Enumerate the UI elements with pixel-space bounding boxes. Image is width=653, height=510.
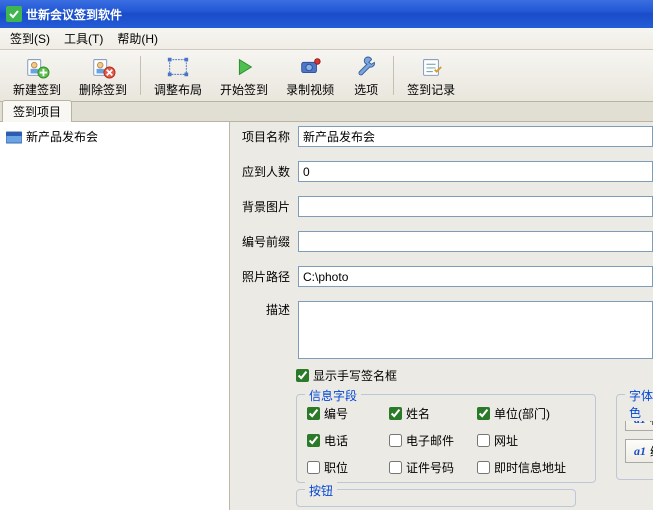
input-desc[interactable] bbox=[298, 301, 653, 359]
toolbar-new-checkin[interactable]: 新建签到 bbox=[4, 50, 70, 101]
input-photo[interactable] bbox=[298, 266, 653, 287]
camera-icon bbox=[296, 55, 324, 79]
tree-item-project[interactable]: 新产品发布会 bbox=[2, 126, 227, 147]
toolbar-layout-label: 调整布局 bbox=[154, 81, 202, 98]
menubar: 签到(S) 工具(T) 帮助(H) bbox=[0, 28, 653, 50]
label-project-name: 项目名称 bbox=[238, 128, 290, 145]
input-expected[interactable] bbox=[298, 161, 653, 182]
label-prefix: 编号前缀 bbox=[238, 233, 290, 250]
project-form: 项目名称 应到人数 背景图片 编号前缀 照片路径 描述 显示手写签名框 bbox=[230, 122, 653, 510]
label-desc: 描述 bbox=[238, 301, 290, 318]
menu-help[interactable]: 帮助(H) bbox=[117, 30, 158, 47]
label-background: 背景图片 bbox=[238, 198, 290, 215]
tree-item-label: 新产品发布会 bbox=[26, 128, 98, 145]
legend-buttons: 按钮 bbox=[305, 482, 337, 499]
toolbar-record-label: 录制视频 bbox=[286, 81, 334, 98]
toolbar-start-checkin[interactable]: 开始签到 bbox=[211, 50, 277, 101]
project-tree: 新产品发布会 bbox=[0, 122, 230, 510]
project-item-icon bbox=[6, 130, 22, 144]
button-edit-style[interactable]: a1 编辑框 bbox=[625, 439, 653, 463]
fieldset-info-fields: 信息字段 编号 姓名 单位(部门) 电话 电子邮件 网址 职位 证件号码 即时信… bbox=[296, 394, 596, 483]
chk-dept[interactable]: 单位(部门) bbox=[477, 405, 587, 422]
toolbar-history-label: 签到记录 bbox=[407, 81, 455, 98]
toolbar-separator bbox=[140, 56, 141, 95]
checkbox-show-signature-input[interactable] bbox=[296, 369, 309, 382]
wrench-icon bbox=[352, 55, 380, 79]
content-area: 新产品发布会 项目名称 应到人数 背景图片 编号前缀 照片路径 描述 bbox=[0, 122, 653, 510]
toolbar-new-label: 新建签到 bbox=[13, 81, 61, 98]
tab-strip: 签到项目 bbox=[0, 102, 653, 122]
input-prefix[interactable] bbox=[298, 231, 653, 252]
toolbar-delete-label: 删除签到 bbox=[79, 81, 127, 98]
chk-url[interactable]: 网址 bbox=[477, 432, 587, 449]
label-expected: 应到人数 bbox=[238, 163, 290, 180]
chk-email[interactable]: 电子邮件 bbox=[389, 432, 475, 449]
history-icon bbox=[417, 55, 445, 79]
font-icon: a1 bbox=[634, 444, 646, 459]
legend-info-fields: 信息字段 bbox=[305, 387, 361, 404]
toolbar-start-label: 开始签到 bbox=[220, 81, 268, 98]
toolbar-checkin-history[interactable]: 签到记录 bbox=[398, 50, 464, 101]
input-project-name[interactable] bbox=[298, 126, 653, 147]
layout-icon bbox=[164, 55, 192, 79]
delete-checkin-icon bbox=[89, 55, 117, 79]
toolbar-options-label: 选项 bbox=[354, 81, 378, 98]
chk-id[interactable]: 编号 bbox=[307, 405, 387, 422]
label-photo: 照片路径 bbox=[238, 268, 290, 285]
new-checkin-icon bbox=[23, 55, 51, 79]
chk-title[interactable]: 职位 bbox=[307, 459, 387, 476]
window-titlebar: 世新会议签到软件 bbox=[0, 0, 653, 28]
checkbox-show-signature[interactable]: 显示手写签名框 bbox=[296, 367, 653, 384]
toolbar-adjust-layout[interactable]: 调整布局 bbox=[145, 50, 211, 101]
chk-im[interactable]: 即时信息地址 bbox=[477, 459, 587, 476]
fieldset-font-color: 字体以及颜色 a1 标签 a1 编辑框 bbox=[616, 394, 653, 480]
play-icon bbox=[230, 55, 258, 79]
menu-checkin[interactable]: 签到(S) bbox=[10, 30, 50, 47]
checkbox-show-signature-label: 显示手写签名框 bbox=[313, 367, 397, 384]
toolbar: 新建签到 删除签到 调整布局 开始签到 bbox=[0, 50, 653, 102]
chk-phone[interactable]: 电话 bbox=[307, 432, 387, 449]
toolbar-delete-checkin[interactable]: 删除签到 bbox=[70, 50, 136, 101]
legend-font-color: 字体以及颜色 bbox=[625, 387, 653, 421]
toolbar-separator-2 bbox=[393, 56, 394, 95]
chk-name[interactable]: 姓名 bbox=[389, 405, 475, 422]
fieldset-buttons: 按钮 bbox=[296, 489, 576, 507]
input-background[interactable] bbox=[298, 196, 653, 217]
toolbar-options[interactable]: 选项 bbox=[343, 50, 389, 101]
tab-checkin-project[interactable]: 签到项目 bbox=[2, 100, 72, 122]
menu-tools[interactable]: 工具(T) bbox=[64, 30, 103, 47]
chk-idno[interactable]: 证件号码 bbox=[389, 459, 475, 476]
app-icon bbox=[6, 6, 22, 22]
toolbar-record-video[interactable]: 录制视频 bbox=[277, 50, 343, 101]
window-title: 世新会议签到软件 bbox=[26, 6, 122, 23]
